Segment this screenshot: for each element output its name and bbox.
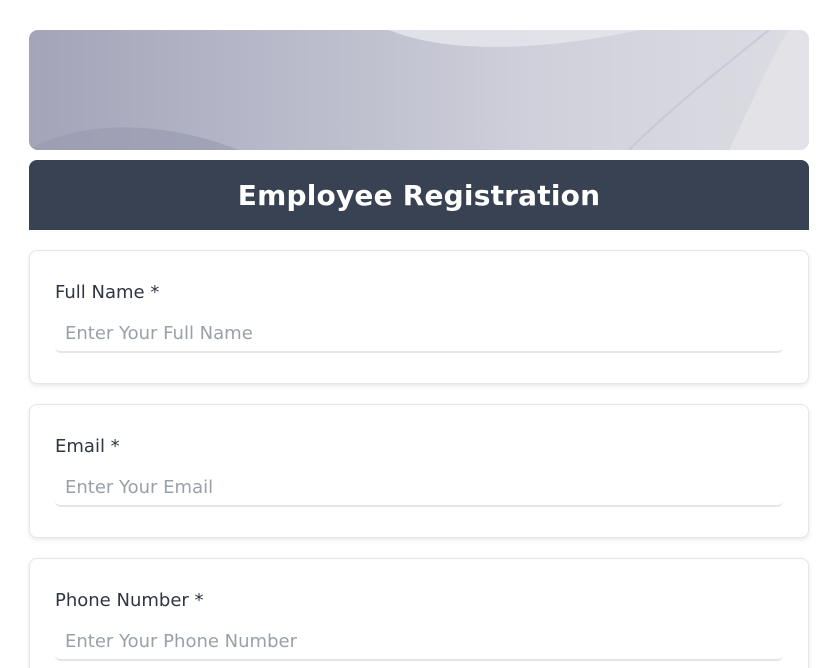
- banner-waves: [29, 30, 809, 150]
- email-input[interactable]: [55, 469, 783, 507]
- phone-number-input[interactable]: [55, 623, 783, 661]
- form-header: Employee Registration: [29, 160, 809, 230]
- full-name-label: Full Name *: [55, 282, 160, 303]
- phone-number-label: Phone Number *: [55, 590, 204, 611]
- full-name-input[interactable]: [55, 315, 783, 353]
- banner-image: [29, 30, 809, 150]
- email-card: Email *: [29, 404, 809, 538]
- form-title: Employee Registration: [237, 178, 601, 212]
- phone-number-card: Phone Number *: [29, 558, 809, 668]
- registration-page: Employee Registration Full Name * Email …: [0, 0, 835, 668]
- email-label: Email *: [55, 436, 120, 457]
- full-name-card: Full Name *: [29, 250, 809, 384]
